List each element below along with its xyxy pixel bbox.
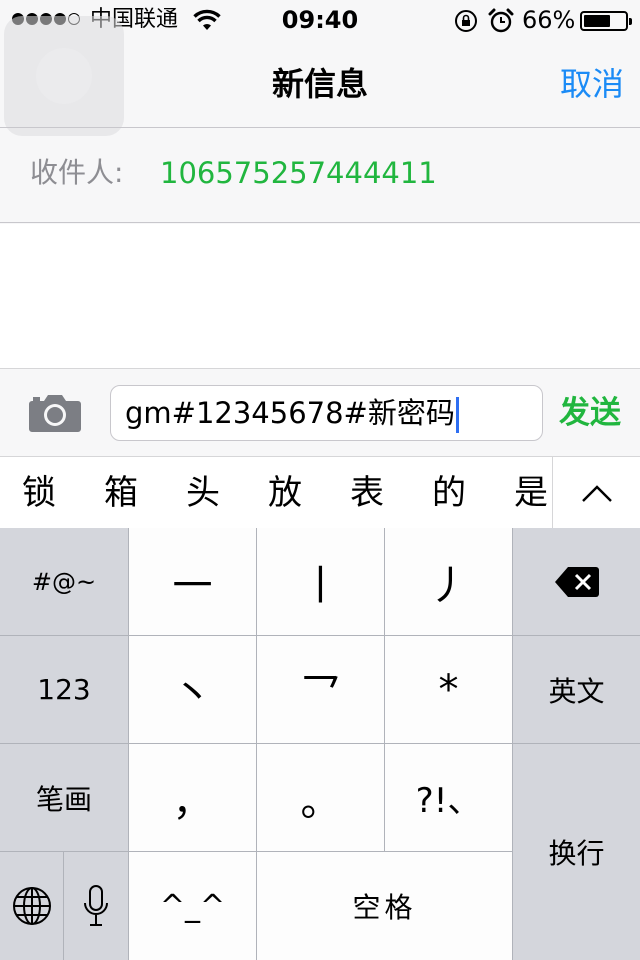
numbers-key[interactable]: 123 <box>0 636 128 743</box>
cancel-button[interactable]: 取消 <box>560 64 624 104</box>
candidate-bar: 锁 箱 头 放 表 的 是 <box>0 456 640 529</box>
compose-bar: gm#12345678#新密码 发送 <box>0 368 640 456</box>
keyboard: #@~ 一 丨 丿 123 丶 乛 * 英文 笔画 ， 。 ?!、 换行 ^_^… <box>0 528 640 960</box>
page-title: 新信息 <box>271 65 368 103</box>
expand-candidates-button[interactable] <box>552 457 640 529</box>
battery-icon <box>580 11 632 31</box>
candidate-item[interactable]: 箱 <box>104 471 138 515</box>
text-caret <box>455 397 459 433</box>
period-key[interactable]: 。 <box>257 744 384 851</box>
return-key[interactable]: 换行 <box>513 744 640 960</box>
english-key[interactable]: 英文 <box>513 636 640 743</box>
candidate-item[interactable]: 头 <box>186 471 220 515</box>
backspace-icon <box>554 566 599 597</box>
stroke-mode-key[interactable]: 笔画 <box>0 744 128 851</box>
message-thread-area <box>0 224 640 368</box>
message-input[interactable]: gm#12345678#新密码 <box>110 385 543 441</box>
space-key[interactable]: 空格 <box>257 852 512 960</box>
candidate-item[interactable]: 表 <box>350 471 384 515</box>
delete-key[interactable] <box>513 528 640 635</box>
chevron-up-icon <box>582 485 612 502</box>
stroke-key-dian[interactable]: 丶 <box>129 636 256 743</box>
candidate-item[interactable]: 放 <box>268 471 302 515</box>
rotation-lock-icon <box>455 10 477 32</box>
emoticon-key[interactable]: ^_^ <box>129 852 256 960</box>
symbols-key[interactable]: #@~ <box>0 528 128 635</box>
stroke-key-shu[interactable]: 丨 <box>257 528 384 635</box>
globe-key[interactable] <box>0 852 63 960</box>
recipient-field[interactable]: 收件人: 106575257444411 <box>0 129 640 223</box>
recipient-number[interactable]: 106575257444411 <box>160 155 437 191</box>
candidate-item[interactable]: 的 <box>432 471 466 515</box>
recipient-label: 收件人: <box>30 156 124 189</box>
microphone-icon <box>84 885 108 926</box>
stroke-key-pie[interactable]: 丿 <box>385 528 512 635</box>
send-button[interactable]: 发送 <box>559 393 621 433</box>
dictation-key[interactable] <box>64 852 128 960</box>
battery-percentage: 66% <box>522 6 576 34</box>
message-text: gm#12345678#新密码 <box>125 396 455 430</box>
candidate-item[interactable]: 是 <box>514 471 548 515</box>
navigation-bar: 新信息 取消 <box>0 40 640 128</box>
comma-key[interactable]: ， <box>129 744 256 851</box>
wildcard-key[interactable]: * <box>385 636 512 743</box>
stroke-key-zhe[interactable]: 乛 <box>257 636 384 743</box>
camera-icon[interactable] <box>28 391 82 433</box>
alarm-icon <box>488 8 514 33</box>
candidate-item[interactable]: 锁 <box>22 471 56 515</box>
globe-icon <box>12 887 51 925</box>
punctuation-key[interactable]: ?!、 <box>385 744 512 851</box>
stroke-key-heng[interactable]: 一 <box>129 528 256 635</box>
